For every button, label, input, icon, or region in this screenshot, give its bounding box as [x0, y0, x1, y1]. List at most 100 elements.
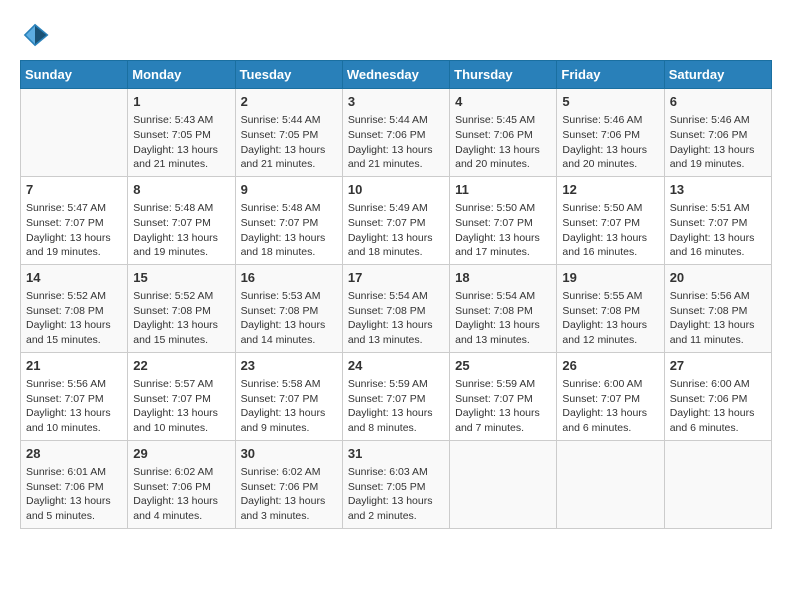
day-info: Sunrise: 6:01 AM Sunset: 7:06 PM Dayligh…	[26, 465, 122, 524]
calendar-cell: 22 Sunrise: 5:57 AM Sunset: 7:07 PM Dayli…	[128, 352, 235, 440]
day-number: 3	[348, 93, 444, 111]
day-number: 8	[133, 181, 229, 199]
calendar-cell: 31 Sunrise: 6:03 AM Sunset: 7:05 PM Dayli…	[342, 440, 449, 528]
day-number: 1	[133, 93, 229, 111]
day-info: Sunrise: 6:02 AM Sunset: 7:06 PM Dayligh…	[133, 465, 229, 524]
day-info: Sunrise: 5:54 AM Sunset: 7:08 PM Dayligh…	[455, 289, 551, 348]
day-info: Sunrise: 5:58 AM Sunset: 7:07 PM Dayligh…	[241, 377, 337, 436]
day-number: 18	[455, 269, 551, 287]
day-number: 21	[26, 357, 122, 375]
calendar-week-row: 14 Sunrise: 5:52 AM Sunset: 7:08 PM Dayli…	[21, 264, 772, 352]
day-info: Sunrise: 6:00 AM Sunset: 7:07 PM Dayligh…	[562, 377, 658, 436]
day-number: 7	[26, 181, 122, 199]
day-number: 4	[455, 93, 551, 111]
day-info: Sunrise: 5:47 AM Sunset: 7:07 PM Dayligh…	[26, 201, 122, 260]
calendar-cell	[21, 89, 128, 177]
day-number: 13	[670, 181, 766, 199]
day-number: 9	[241, 181, 337, 199]
day-number: 15	[133, 269, 229, 287]
calendar-cell: 24 Sunrise: 5:59 AM Sunset: 7:07 PM Dayli…	[342, 352, 449, 440]
day-number: 14	[26, 269, 122, 287]
day-number: 31	[348, 445, 444, 463]
weekday-header-saturday: Saturday	[664, 61, 771, 89]
day-info: Sunrise: 5:44 AM Sunset: 7:06 PM Dayligh…	[348, 113, 444, 172]
day-number: 28	[26, 445, 122, 463]
day-info: Sunrise: 5:52 AM Sunset: 7:08 PM Dayligh…	[133, 289, 229, 348]
day-number: 5	[562, 93, 658, 111]
calendar-cell: 3 Sunrise: 5:44 AM Sunset: 7:06 PM Daylig…	[342, 89, 449, 177]
calendar-week-row: 21 Sunrise: 5:56 AM Sunset: 7:07 PM Dayli…	[21, 352, 772, 440]
weekday-header-monday: Monday	[128, 61, 235, 89]
day-info: Sunrise: 5:50 AM Sunset: 7:07 PM Dayligh…	[562, 201, 658, 260]
day-number: 22	[133, 357, 229, 375]
day-info: Sunrise: 5:43 AM Sunset: 7:05 PM Dayligh…	[133, 113, 229, 172]
day-info: Sunrise: 6:02 AM Sunset: 7:06 PM Dayligh…	[241, 465, 337, 524]
day-number: 17	[348, 269, 444, 287]
day-number: 27	[670, 357, 766, 375]
calendar-cell: 5Sunrise: 5:46 AM Sunset: 7:06 PM Daylig…	[557, 89, 664, 177]
calendar-cell: 4 Sunrise: 5:45 AM Sunset: 7:06 PM Daylig…	[450, 89, 557, 177]
day-info: Sunrise: 5:54 AM Sunset: 7:08 PM Dayligh…	[348, 289, 444, 348]
day-number: 20	[670, 269, 766, 287]
day-number: 12	[562, 181, 658, 199]
weekday-header-wednesday: Wednesday	[342, 61, 449, 89]
day-info: Sunrise: 5:56 AM Sunset: 7:08 PM Dayligh…	[670, 289, 766, 348]
weekday-header-sunday: Sunday	[21, 61, 128, 89]
weekday-header-tuesday: Tuesday	[235, 61, 342, 89]
calendar-body: 1 Sunrise: 5:43 AM Sunset: 7:05 PM Daylig…	[21, 89, 772, 529]
weekday-header-friday: Friday	[557, 61, 664, 89]
calendar-cell: 21 Sunrise: 5:56 AM Sunset: 7:07 PM Dayli…	[21, 352, 128, 440]
calendar-cell: 26 Sunrise: 6:00 AM Sunset: 7:07 PM Dayli…	[557, 352, 664, 440]
day-number: 26	[562, 357, 658, 375]
calendar-cell: 16 Sunrise: 5:53 AM Sunset: 7:08 PM Dayli…	[235, 264, 342, 352]
day-info: Sunrise: 5:55 AM Sunset: 7:08 PM Dayligh…	[562, 289, 658, 348]
day-info: Sunrise: 5:45 AM Sunset: 7:06 PM Dayligh…	[455, 113, 551, 172]
calendar-cell: 30 Sunrise: 6:02 AM Sunset: 7:06 PM Dayli…	[235, 440, 342, 528]
day-number: 16	[241, 269, 337, 287]
day-info: Sunrise: 5:46 AM Sunset: 7:06 PM Dayligh…	[670, 113, 766, 172]
day-number: 6	[670, 93, 766, 111]
day-number: 10	[348, 181, 444, 199]
calendar-cell: 18 Sunrise: 5:54 AM Sunset: 7:08 PM Dayli…	[450, 264, 557, 352]
day-info: Sunrise: 5:48 AM Sunset: 7:07 PM Dayligh…	[241, 201, 337, 260]
day-info: Sunrise: 5:51 AM Sunset: 7:07 PM Dayligh…	[670, 201, 766, 260]
calendar-table: SundayMondayTuesdayWednesdayThursdayFrid…	[20, 60, 772, 529]
day-info: Sunrise: 5:56 AM Sunset: 7:07 PM Dayligh…	[26, 377, 122, 436]
calendar-cell: 20 Sunrise: 5:56 AM Sunset: 7:08 PM Dayli…	[664, 264, 771, 352]
calendar-cell: 29 Sunrise: 6:02 AM Sunset: 7:06 PM Dayli…	[128, 440, 235, 528]
calendar-cell: 11Sunrise: 5:50 AM Sunset: 7:07 PM Dayli…	[450, 176, 557, 264]
calendar-cell: 23Sunrise: 5:58 AM Sunset: 7:07 PM Dayli…	[235, 352, 342, 440]
calendar-cell: 15 Sunrise: 5:52 AM Sunset: 7:08 PM Dayli…	[128, 264, 235, 352]
day-number: 29	[133, 445, 229, 463]
calendar-cell	[557, 440, 664, 528]
day-number: 25	[455, 357, 551, 375]
calendar-header: SundayMondayTuesdayWednesdayThursdayFrid…	[21, 61, 772, 89]
calendar-week-row: 1 Sunrise: 5:43 AM Sunset: 7:05 PM Daylig…	[21, 89, 772, 177]
day-info: Sunrise: 5:59 AM Sunset: 7:07 PM Dayligh…	[348, 377, 444, 436]
calendar-cell: 28 Sunrise: 6:01 AM Sunset: 7:06 PM Dayli…	[21, 440, 128, 528]
calendar-week-row: 28 Sunrise: 6:01 AM Sunset: 7:06 PM Dayli…	[21, 440, 772, 528]
calendar-cell: 19Sunrise: 5:55 AM Sunset: 7:08 PM Dayli…	[557, 264, 664, 352]
day-number: 24	[348, 357, 444, 375]
day-info: Sunrise: 5:49 AM Sunset: 7:07 PM Dayligh…	[348, 201, 444, 260]
day-info: Sunrise: 5:57 AM Sunset: 7:07 PM Dayligh…	[133, 377, 229, 436]
calendar-week-row: 7 Sunrise: 5:47 AM Sunset: 7:07 PM Daylig…	[21, 176, 772, 264]
day-info: Sunrise: 6:03 AM Sunset: 7:05 PM Dayligh…	[348, 465, 444, 524]
calendar-cell	[664, 440, 771, 528]
day-info: Sunrise: 5:59 AM Sunset: 7:07 PM Dayligh…	[455, 377, 551, 436]
calendar-cell	[450, 440, 557, 528]
logo	[20, 20, 54, 50]
calendar-cell: 9 Sunrise: 5:48 AM Sunset: 7:07 PM Daylig…	[235, 176, 342, 264]
calendar-cell: 8 Sunrise: 5:48 AM Sunset: 7:07 PM Daylig…	[128, 176, 235, 264]
calendar-cell: 1 Sunrise: 5:43 AM Sunset: 7:05 PM Daylig…	[128, 89, 235, 177]
day-number: 11	[455, 181, 551, 199]
calendar-cell: 27Sunrise: 6:00 AM Sunset: 7:06 PM Dayli…	[664, 352, 771, 440]
page-header	[20, 20, 772, 50]
day-info: Sunrise: 5:53 AM Sunset: 7:08 PM Dayligh…	[241, 289, 337, 348]
calendar-cell: 10 Sunrise: 5:49 AM Sunset: 7:07 PM Dayli…	[342, 176, 449, 264]
calendar-cell: 13 Sunrise: 5:51 AM Sunset: 7:07 PM Dayli…	[664, 176, 771, 264]
day-info: Sunrise: 5:44 AM Sunset: 7:05 PM Dayligh…	[241, 113, 337, 172]
day-info: Sunrise: 5:48 AM Sunset: 7:07 PM Dayligh…	[133, 201, 229, 260]
weekday-header-row: SundayMondayTuesdayWednesdayThursdayFrid…	[21, 61, 772, 89]
day-number: 30	[241, 445, 337, 463]
